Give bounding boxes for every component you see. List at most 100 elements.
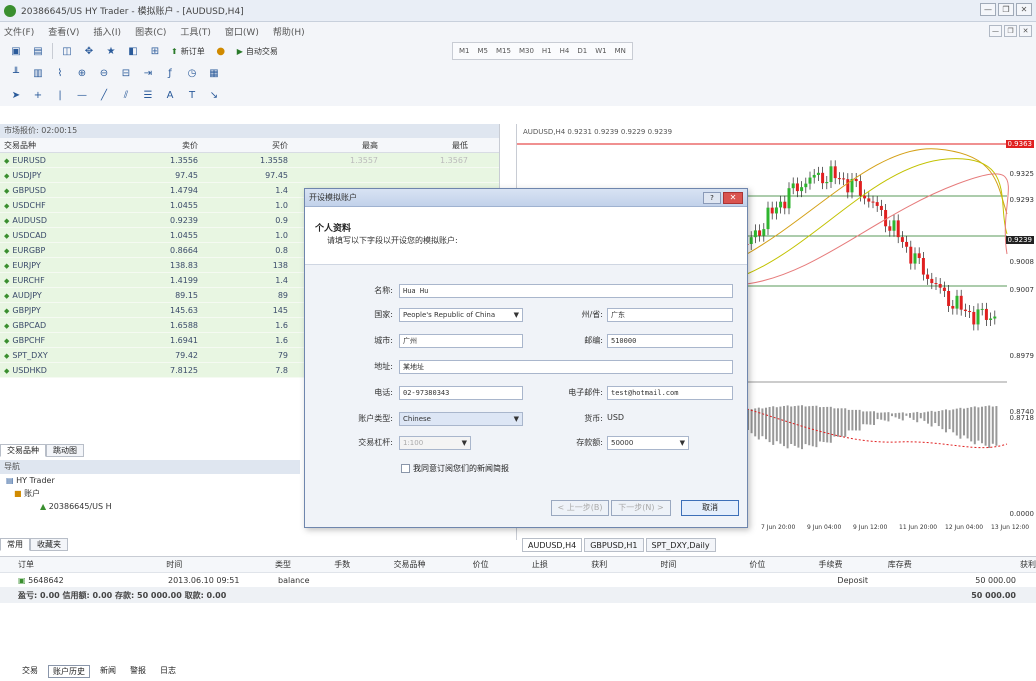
tab-journal[interactable]: 日志 bbox=[156, 665, 180, 678]
tab-common[interactable]: 常用 bbox=[0, 538, 30, 551]
col-price[interactable]: 价位 bbox=[473, 557, 532, 572]
child-restore-button[interactable]: ❐ bbox=[1004, 25, 1017, 37]
timeframe-h4[interactable]: H4 bbox=[560, 47, 570, 55]
tile-windows-icon[interactable]: ⊟ bbox=[118, 65, 134, 81]
email-field[interactable]: test@hotmail.com bbox=[607, 386, 733, 400]
list-item[interactable]: ◆ USDJPY 97.45 97.45 bbox=[0, 168, 499, 183]
menu-window[interactable]: 窗口(W) bbox=[225, 25, 259, 38]
new-chart-icon[interactable]: ▣ bbox=[8, 43, 24, 59]
address-field[interactable]: 某地址 bbox=[399, 360, 733, 374]
data-window-icon[interactable]: ✥ bbox=[81, 43, 97, 59]
profiles-icon[interactable]: ▤ bbox=[30, 43, 46, 59]
terminal-icon[interactable]: ◧ bbox=[125, 43, 141, 59]
country-select[interactable]: People's Republic of China ▼ bbox=[399, 308, 523, 322]
menu-tools[interactable]: 工具(T) bbox=[180, 25, 211, 38]
tab-chart-audusd[interactable]: AUDUSD,H4 bbox=[522, 538, 583, 552]
col-commission[interactable]: 手续费 bbox=[819, 557, 888, 572]
zoom-out-icon[interactable]: ⊖ bbox=[96, 65, 112, 81]
line-chart-icon[interactable]: ⌇ bbox=[52, 65, 68, 81]
col-volume[interactable]: 手数 bbox=[334, 557, 393, 572]
help-button[interactable]: ? bbox=[703, 192, 721, 204]
nav-item-accounts[interactable]: ■ 账户 bbox=[0, 487, 300, 500]
tab-trade[interactable]: 交易 bbox=[18, 665, 42, 678]
candlestick-icon[interactable]: ▥ bbox=[30, 65, 46, 81]
timeframe-d1[interactable]: D1 bbox=[577, 47, 587, 55]
crosshair-icon[interactable]: + bbox=[30, 87, 46, 103]
arrows-icon[interactable]: ↘ bbox=[206, 87, 222, 103]
new-order-button[interactable]: ⬆ 新订单 bbox=[169, 43, 207, 59]
dialog-close-button[interactable]: ✕ bbox=[723, 192, 743, 204]
col-ask[interactable]: 买价 bbox=[210, 138, 300, 152]
zip-field[interactable]: 510000 bbox=[607, 334, 733, 348]
periods-icon[interactable]: ◷ bbox=[184, 65, 200, 81]
col-swap[interactable]: 库存费 bbox=[888, 557, 967, 572]
fibonacci-icon[interactable]: ☰ bbox=[140, 87, 156, 103]
leverage-select[interactable]: 1:100 ▼ bbox=[399, 436, 471, 450]
timeframe-h1[interactable]: H1 bbox=[542, 47, 552, 55]
timeframe-w1[interactable]: W1 bbox=[595, 47, 606, 55]
tab-news[interactable]: 新闻 bbox=[96, 665, 120, 678]
col-time[interactable]: 时间 bbox=[166, 557, 275, 572]
city-field[interactable]: 广州 bbox=[399, 334, 523, 348]
col-sl[interactable]: 止损 bbox=[532, 557, 591, 572]
timeframe-m5[interactable]: M5 bbox=[478, 47, 489, 55]
horizontal-line-icon[interactable]: — bbox=[74, 87, 90, 103]
tab-chart-gbpusd[interactable]: GBPUSD,H1 bbox=[584, 538, 644, 552]
cancel-button[interactable]: 取消 bbox=[681, 500, 739, 516]
tab-symbols[interactable]: 交易品种 bbox=[0, 444, 46, 457]
templates-icon[interactable]: ▦ bbox=[206, 65, 222, 81]
menu-view[interactable]: 查看(V) bbox=[48, 25, 79, 38]
tab-chart-dxy[interactable]: SPT_DXY,Daily bbox=[645, 538, 716, 552]
menu-chart[interactable]: 图表(C) bbox=[135, 25, 166, 38]
tester-icon[interactable]: ⊞ bbox=[147, 43, 163, 59]
col-close-time[interactable]: 时间 bbox=[660, 557, 749, 572]
text-icon[interactable]: A bbox=[162, 87, 178, 103]
menu-insert[interactable]: 插入(I) bbox=[93, 25, 121, 38]
tab-alerts[interactable]: 警报 bbox=[126, 665, 150, 678]
timeframe-m30[interactable]: M30 bbox=[519, 47, 534, 55]
checkbox-box[interactable] bbox=[401, 464, 410, 473]
bar-chart-icon[interactable]: ╨ bbox=[8, 65, 24, 81]
menu-file[interactable]: 文件(F) bbox=[4, 25, 34, 38]
channel-icon[interactable]: ⫽ bbox=[118, 87, 134, 103]
col-tp[interactable]: 获利 bbox=[591, 557, 660, 572]
newsletter-checkbox[interactable]: 我同意订阅您们的新闻简报 bbox=[401, 463, 509, 474]
nav-item-account[interactable]: ▲ 20386645/US H bbox=[0, 500, 300, 513]
name-field[interactable]: Hua Hu bbox=[399, 284, 733, 298]
indicators-icon[interactable]: ƒ bbox=[162, 65, 178, 81]
navigator-icon[interactable]: ★ bbox=[103, 43, 119, 59]
state-field[interactable]: 广东 bbox=[607, 308, 733, 322]
col-type[interactable]: 类型 bbox=[275, 557, 334, 572]
autotrade-button[interactable]: ▶ 自动交易 bbox=[235, 43, 280, 59]
col-profit[interactable]: 获利 bbox=[967, 557, 1036, 572]
child-close-button[interactable]: ✕ bbox=[1019, 25, 1032, 37]
col-high[interactable]: 最高 bbox=[300, 138, 390, 152]
tab-tick-chart[interactable]: 跳动图 bbox=[46, 444, 84, 457]
col-low[interactable]: 最低 bbox=[390, 138, 480, 152]
trendline-icon[interactable]: ╱ bbox=[96, 87, 112, 103]
minimize-button[interactable]: — bbox=[980, 3, 996, 16]
account-type-select[interactable]: Chinese ▼ bbox=[399, 412, 523, 426]
list-item[interactable]: ◆ EURUSD 1.3556 1.3558 1.3557 1.3567 bbox=[0, 153, 499, 168]
col-close-price[interactable]: 价位 bbox=[749, 557, 818, 572]
nav-item-root[interactable]: ▤ HY Trader bbox=[0, 474, 300, 487]
col-symbol[interactable]: 交易品种 bbox=[0, 138, 120, 152]
label-icon[interactable]: T bbox=[184, 87, 200, 103]
close-button[interactable]: ✕ bbox=[1016, 3, 1032, 16]
timeframe-mn[interactable]: MN bbox=[615, 47, 626, 55]
timeframe-m15[interactable]: M15 bbox=[496, 47, 511, 55]
experts-icon[interactable]: ● bbox=[213, 43, 229, 59]
market-watch-icon[interactable]: ◫ bbox=[59, 43, 75, 59]
col-bid[interactable]: 卖价 bbox=[120, 138, 210, 152]
timeframe-m1[interactable]: M1 bbox=[459, 47, 470, 55]
col-symbol[interactable]: 交易品种 bbox=[394, 557, 473, 572]
vertical-line-icon[interactable]: | bbox=[52, 87, 68, 103]
table-row[interactable]: ▣ 5648642 2013.06.10 09:51 balance Depos… bbox=[0, 573, 1036, 588]
phone-field[interactable]: 02-97380343 bbox=[399, 386, 523, 400]
child-minimize-button[interactable]: — bbox=[989, 25, 1002, 37]
next-button[interactable]: 下一步(N) > bbox=[611, 500, 671, 516]
zoom-in-icon[interactable]: ⊕ bbox=[74, 65, 90, 81]
col-order[interactable]: 订单 bbox=[18, 557, 166, 572]
back-button[interactable]: < 上一步(B) bbox=[551, 500, 609, 516]
cursor-icon[interactable]: ➤ bbox=[8, 87, 24, 103]
